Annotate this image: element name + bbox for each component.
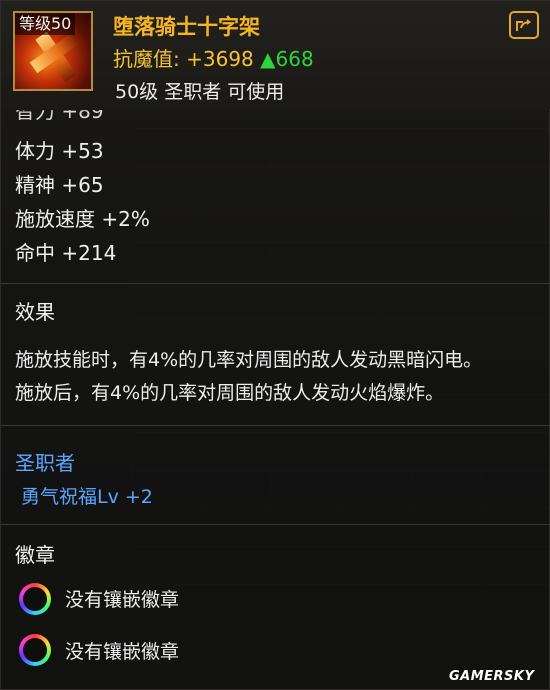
effect-line-2: 施放后，有4%的几率对周围的敌人发动火焰爆炸。 bbox=[15, 382, 445, 404]
resist-label: 抗魔值: bbox=[113, 47, 180, 71]
emblem-slot-icon[interactable] bbox=[19, 634, 51, 666]
item-header: 等级50 堕落骑士十字架 抗魔值: +3698 ▲668 50级 圣职者 可使用 bbox=[1, 1, 550, 109]
emblem-slot-label: 没有镶嵌徽章 bbox=[65, 589, 180, 611]
item-tooltip-panel: 等级50 堕落骑士十字架 抗魔值: +3698 ▲668 50级 圣职者 可使用… bbox=[0, 0, 550, 690]
effect-line-1: 施放技能时，有4%的几率对周围的敌人发动黑暗闪电。 bbox=[15, 349, 483, 371]
share-icon bbox=[516, 19, 531, 31]
requirement-text: 50级 圣职者 可使用 bbox=[115, 81, 285, 103]
emblem-slot-label: 没有镶嵌徽章 bbox=[65, 641, 180, 663]
effect-title: 效果 bbox=[15, 300, 55, 324]
class-bonus-title: 圣职者 bbox=[15, 451, 75, 475]
class-skill-bonus: 勇气祝福Lv +2 bbox=[21, 486, 153, 508]
stat-cast-speed: 施放速度 +2% bbox=[15, 207, 150, 231]
divider bbox=[1, 283, 550, 284]
stat-spirit: 精神 +65 bbox=[15, 173, 104, 197]
stat-hit: 命中 +214 bbox=[15, 241, 117, 265]
resist-value: +3698 bbox=[186, 47, 254, 71]
level-tag: 等级50 bbox=[15, 13, 76, 35]
emblem-title: 徽章 bbox=[15, 543, 55, 567]
divider bbox=[1, 425, 550, 426]
divider bbox=[1, 524, 550, 525]
share-button[interactable] bbox=[509, 11, 539, 39]
resist-stat: 抗魔值: +3698 ▲668 bbox=[113, 43, 314, 72]
stat-vitality: 体力 +53 bbox=[15, 139, 104, 163]
watermark-logo: GAMERSKY bbox=[449, 669, 535, 684]
item-name: 堕落骑士十字架 bbox=[113, 15, 260, 39]
emblem-slot-icon[interactable] bbox=[19, 583, 51, 615]
resist-delta: ▲668 bbox=[260, 47, 314, 71]
